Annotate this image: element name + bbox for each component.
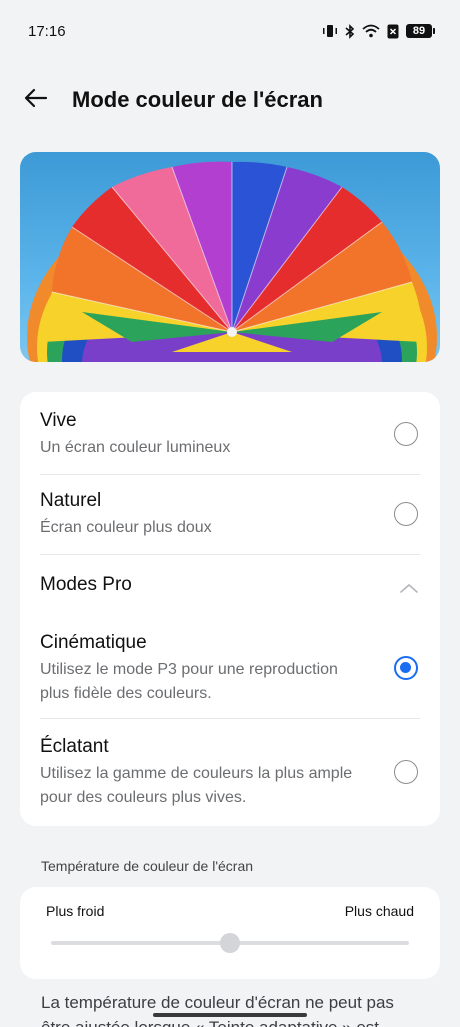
- temperature-slider-thumb[interactable]: [220, 933, 240, 953]
- color-mode-options: Vive Un écran couleur lumineux Naturel É…: [20, 392, 440, 826]
- subtitle-line: Utilisez la gamme de couleurs la plus am…: [40, 765, 353, 782]
- page-title: Mode couleur de l'écran: [72, 87, 323, 112]
- status-bar: 17:16 89: [0, 0, 460, 62]
- status-time: 17:16: [28, 22, 66, 40]
- radio-cinematique[interactable]: [394, 656, 418, 680]
- temperature-section-label: Température de couleur de l'écran: [41, 858, 254, 874]
- divider: [40, 554, 420, 555]
- option-cinematique[interactable]: Cinématique Utilisez le mode P3 pour une…: [40, 632, 420, 712]
- radio-eclatant[interactable]: [394, 760, 418, 784]
- temperature-card: Plus froid Plus chaud: [20, 887, 440, 979]
- option-eclatant[interactable]: Éclatant Utilisez la gamme de couleurs l…: [40, 736, 420, 816]
- arrow-left-icon: [24, 88, 48, 113]
- option-vive[interactable]: Vive Un écran couleur lumineux: [40, 410, 420, 472]
- option-subtitle: Utilisez la gamme de couleurs la plus am…: [40, 762, 420, 810]
- home-indicator[interactable]: [153, 1013, 307, 1017]
- option-title: Éclatant: [40, 736, 109, 757]
- option-title: Cinématique: [40, 632, 147, 653]
- option-subtitle: Écran couleur plus doux: [40, 519, 212, 536]
- sim-off-icon: [387, 24, 399, 39]
- radio-vive[interactable]: [394, 422, 418, 446]
- divider: [40, 718, 420, 719]
- cold-label: Plus froid: [46, 903, 105, 919]
- option-naturel[interactable]: Naturel Écran couleur plus doux: [40, 490, 420, 552]
- warm-label: Plus chaud: [344, 903, 414, 919]
- section-title: Modes Pro: [40, 574, 132, 595]
- preview-image: [20, 152, 440, 362]
- wifi-icon: [362, 24, 380, 38]
- battery-icon: 89: [406, 24, 435, 38]
- chevron-up-icon[interactable]: [400, 580, 418, 598]
- subtitle-line: Utilisez le mode P3 pour une reproductio…: [40, 661, 338, 678]
- note-line: La température de couleur d'écran ne peu…: [41, 993, 394, 1012]
- subtitle-line: pour des couleurs plus vives.: [40, 789, 247, 806]
- option-title: Naturel: [40, 490, 102, 511]
- modes-pro-header[interactable]: Modes Pro: [40, 574, 420, 602]
- option-subtitle: Utilisez le mode P3 pour une reproductio…: [40, 658, 420, 706]
- divider: [40, 474, 420, 475]
- radio-naturel[interactable]: [394, 502, 418, 526]
- option-title: Vive: [40, 410, 77, 431]
- subtitle-line: plus fidèle des couleurs.: [40, 685, 212, 702]
- back-button[interactable]: [8, 72, 64, 128]
- app-bar: Mode couleur de l'écran: [0, 72, 460, 128]
- status-icons: 89: [322, 23, 435, 39]
- bluetooth-icon: [345, 23, 355, 39]
- temperature-note: La température de couleur d'écran ne peu…: [41, 990, 421, 1027]
- vibrate-icon: [322, 24, 338, 38]
- option-subtitle: Un écran couleur lumineux: [40, 439, 231, 456]
